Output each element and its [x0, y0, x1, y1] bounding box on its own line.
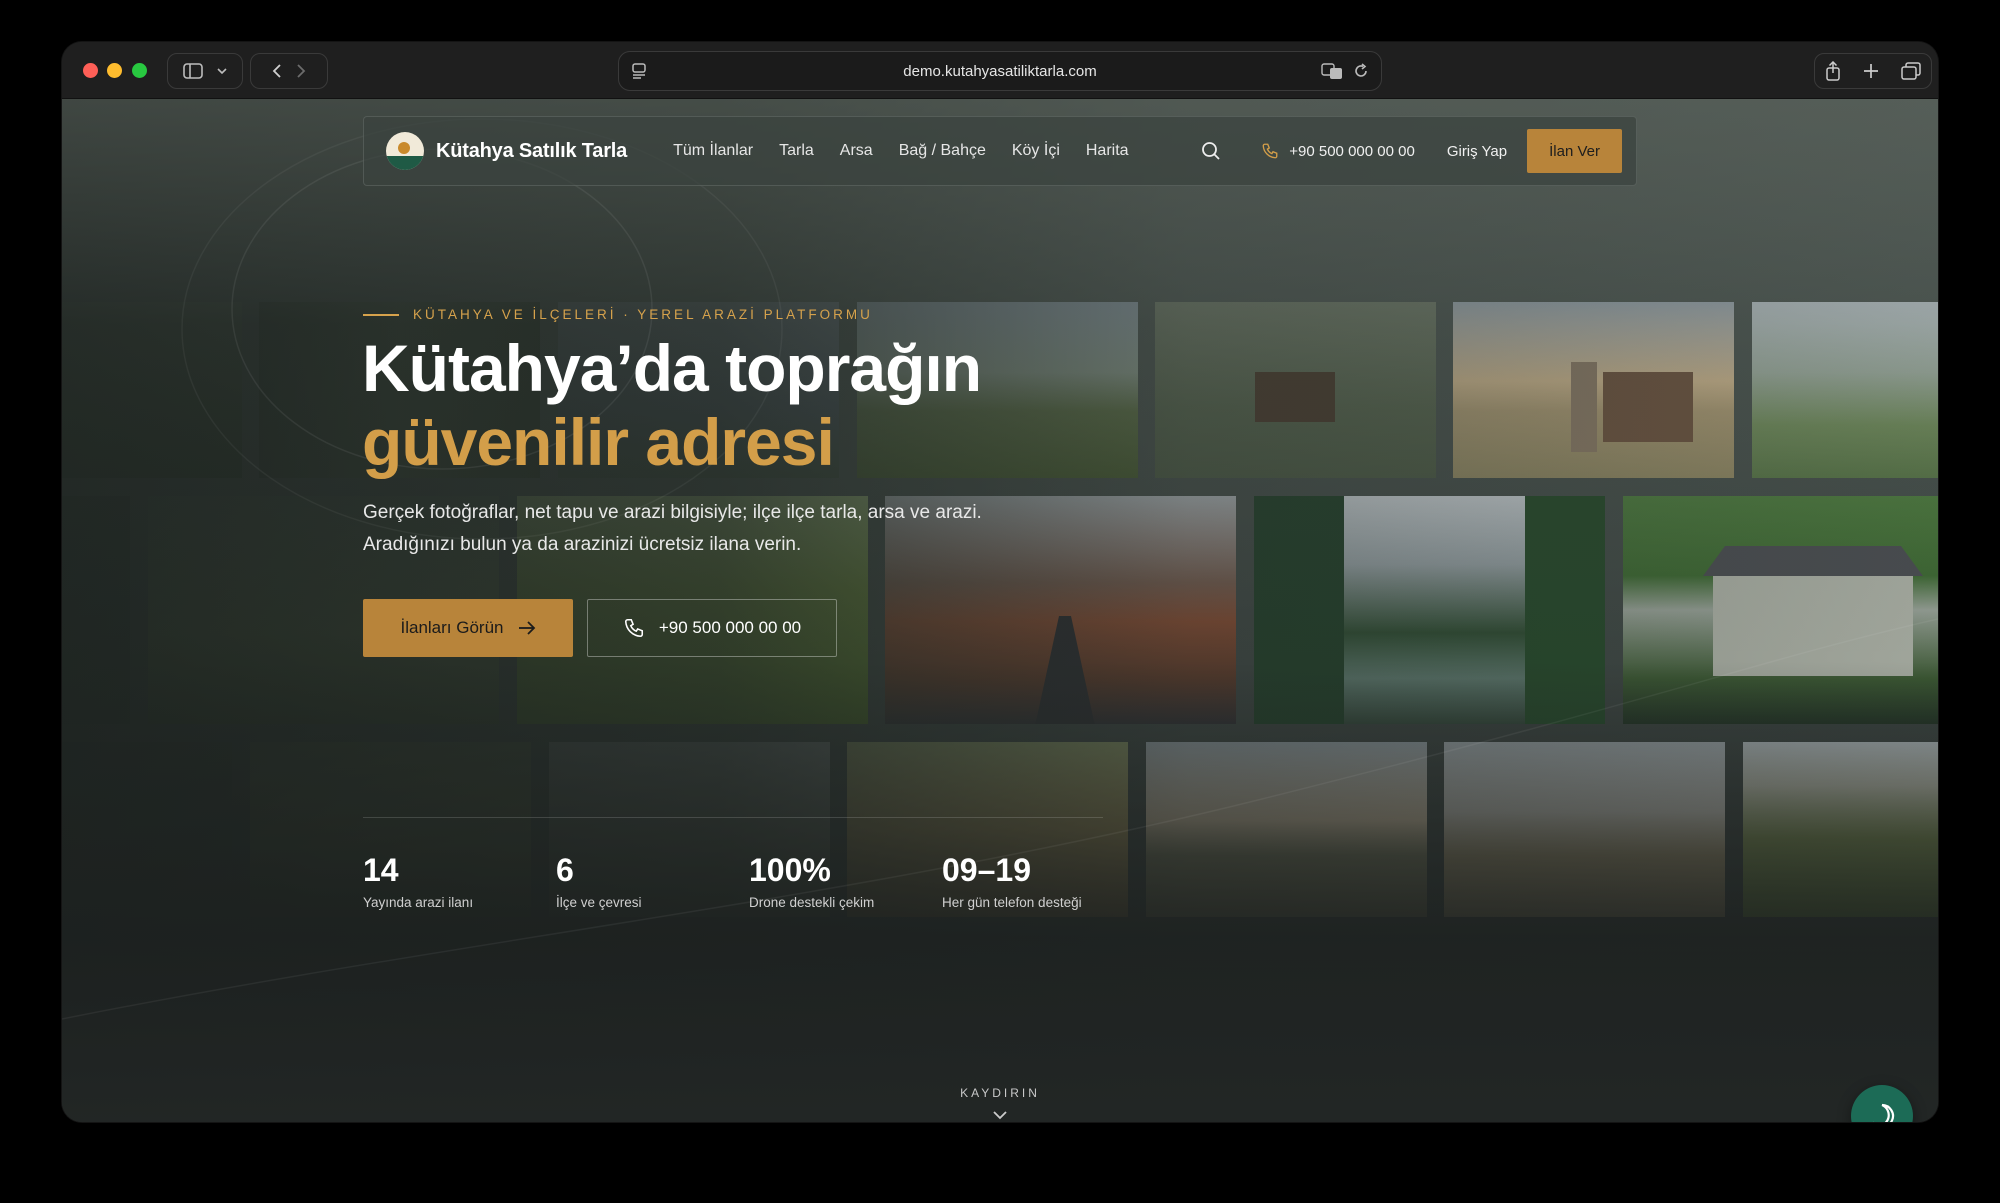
- eyebrow-text: KÜTAHYA VE İLÇELERİ · YEREL ARAZİ PLATFO…: [413, 307, 873, 322]
- nav-link-koy-ici[interactable]: Köy İçi: [1012, 142, 1060, 160]
- nav-phone-link[interactable]: +90 500 000 00 00: [1261, 142, 1415, 160]
- stat-label: Her gün telefon desteği: [942, 895, 1082, 910]
- call-phone-label: +90 500 000 00 00: [658, 618, 802, 637]
- close-window-button[interactable]: [83, 63, 98, 78]
- forward-icon[interactable]: [296, 63, 306, 79]
- decorative-contour-lines: [62, 118, 1938, 1020]
- stat-value: 6: [556, 852, 574, 888]
- site-logo[interactable]: [386, 132, 424, 170]
- history-nav: [250, 53, 328, 89]
- stat-item: 100% Drone destekli çekim: [749, 852, 942, 910]
- minimize-window-button[interactable]: [107, 63, 122, 78]
- photo-mosaic-background: [62, 99, 1938, 1122]
- hero-title-line2: güvenilir adresi: [362, 405, 835, 479]
- chat-bubble-icon: [1873, 1103, 1895, 1122]
- sidebar-toggle-button[interactable]: [167, 53, 243, 89]
- nav-link-tarla[interactable]: Tarla: [779, 142, 814, 160]
- scroll-hint-label: KAYDIRIN: [960, 1086, 1040, 1100]
- arrow-right-icon: [518, 621, 535, 635]
- stat-label: Yayında arazi ilanı: [363, 895, 474, 910]
- site-navbar: Kütahya Satılık Tarla Tüm İlanlar Tarla …: [363, 116, 1637, 186]
- share-icon[interactable]: [1825, 61, 1841, 81]
- eyebrow-line: [363, 313, 399, 316]
- maximize-window-button[interactable]: [132, 63, 147, 78]
- brand-name[interactable]: Kütahya Satılık Tarla: [436, 140, 627, 163]
- phone-icon: [624, 618, 643, 638]
- stats-row: 14 Yayında arazi ilanı 6 İlçe ve çevresi…: [363, 852, 1135, 910]
- hero-eyebrow: KÜTAHYA VE İLÇELERİ · YEREL ARAZİ PLATFO…: [363, 307, 873, 322]
- scroll-hint[interactable]: KAYDIRIN: [62, 1086, 1938, 1122]
- hero-title-line1: Kütahya’da toprağın: [362, 331, 982, 405]
- view-listings-label: İlanları Görün: [400, 618, 504, 637]
- stat-item: 09–19 Her gün telefon desteği: [942, 852, 1135, 910]
- back-icon[interactable]: [272, 63, 282, 79]
- stat-item: 6 İlçe ve çevresi: [556, 852, 749, 910]
- nav-link-arsa[interactable]: Arsa: [840, 142, 873, 160]
- search-icon[interactable]: [1201, 141, 1221, 161]
- tab-overview-icon[interactable]: [1901, 62, 1921, 80]
- stat-item: 14 Yayında arazi ilanı: [363, 852, 556, 910]
- stat-value: 100%: [749, 852, 831, 888]
- new-tab-icon[interactable]: [1863, 63, 1879, 79]
- hero-title: Kütahya’da toprağın güvenilir adresi: [362, 331, 982, 479]
- nav-link-all-listings[interactable]: Tüm İlanlar: [673, 142, 753, 160]
- view-listings-button[interactable]: İlanları Görün: [363, 599, 573, 657]
- nav-link-harita[interactable]: Harita: [1086, 142, 1129, 160]
- chevron-down-icon: [993, 1111, 1007, 1120]
- page-menu-icon[interactable]: [631, 62, 647, 80]
- reload-icon[interactable]: [1353, 62, 1369, 80]
- stat-label: Drone destekli çekim: [749, 895, 875, 910]
- url-text: demo.kutahyasatiliktarla.com: [903, 62, 1097, 80]
- sidebar-icon: [183, 63, 203, 79]
- address-bar[interactable]: demo.kutahyasatiliktarla.com: [618, 51, 1382, 91]
- chevron-down-icon: [217, 68, 227, 75]
- post-listing-button[interactable]: İlan Ver: [1527, 129, 1622, 173]
- phone-icon: [1262, 143, 1278, 159]
- toolbar-actions: [1814, 53, 1932, 89]
- call-phone-button[interactable]: +90 500 000 00 00: [587, 599, 837, 657]
- browser-toolbar: demo.kutahyasatiliktarla.com: [62, 42, 1938, 99]
- stats-divider: [363, 817, 1103, 818]
- hero-lead: Gerçek fotoğraflar, net tapu ve arazi bi…: [363, 502, 982, 555]
- login-link[interactable]: Giriş Yap: [1447, 143, 1507, 160]
- browser-window: demo.kutahyasatiliktarla.com Kütahya Sat…: [62, 42, 1938, 1122]
- nav-phone-number: +90 500 000 00 00: [1289, 142, 1415, 160]
- stat-value: 09–19: [942, 852, 1031, 888]
- nav-links: Tüm İlanlar Tarla Arsa Bağ / Bahçe Köy İ…: [673, 142, 1129, 160]
- stat-label: İlçe ve çevresi: [556, 895, 642, 910]
- web-page: Kütahya Satılık Tarla Tüm İlanlar Tarla …: [62, 99, 1938, 1122]
- nav-link-bag-bahce[interactable]: Bağ / Bahçe: [899, 142, 986, 160]
- translate-icon[interactable]: [1321, 62, 1343, 80]
- stat-value: 14: [363, 852, 399, 888]
